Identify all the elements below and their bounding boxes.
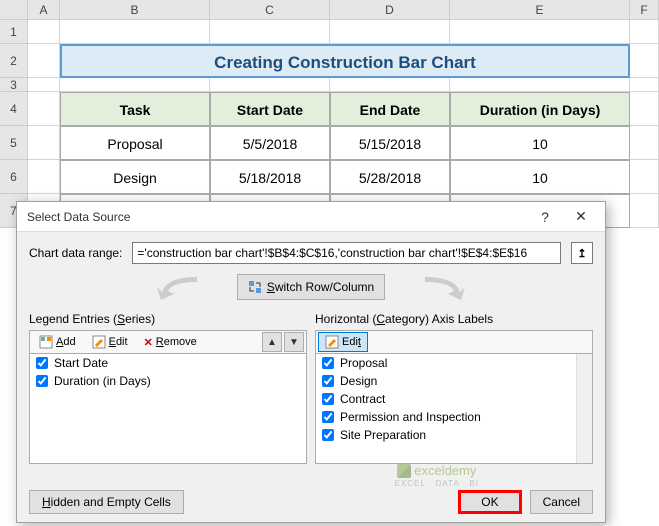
- series-checkbox[interactable]: [36, 375, 48, 387]
- list-item[interactable]: Proposal: [316, 354, 592, 372]
- close-button[interactable]: ✕: [563, 203, 599, 231]
- list-item[interactable]: Duration (in Days): [30, 372, 306, 390]
- switch-row-column-button[interactable]: SSwitch Row/Columnwitch Row/Column: [237, 274, 385, 300]
- chart-range-label: Chart data range:: [29, 246, 122, 260]
- series-label: Duration (in Days): [54, 374, 151, 388]
- row-header-3[interactable]: 3: [0, 78, 28, 92]
- cancel-button[interactable]: Cancel: [530, 490, 593, 514]
- col-header-d[interactable]: D: [330, 0, 450, 19]
- move-up-button[interactable]: ▲: [262, 332, 282, 352]
- cell-end[interactable]: 5/15/2018: [330, 126, 450, 160]
- header-task[interactable]: Task: [60, 92, 210, 126]
- ok-button[interactable]: OK: [458, 490, 521, 514]
- axis-listbox[interactable]: Proposal Design Contract Permission and …: [315, 354, 593, 464]
- cell-duration[interactable]: 10: [450, 160, 630, 194]
- scrollbar[interactable]: [576, 354, 592, 463]
- cell-end[interactable]: 5/28/2018: [330, 160, 450, 194]
- move-down-button[interactable]: ▼: [284, 332, 304, 352]
- col-header-a[interactable]: A: [28, 0, 60, 19]
- list-item[interactable]: Site Preparation: [316, 426, 592, 444]
- cell-start[interactable]: 5/18/2018: [210, 160, 330, 194]
- list-item[interactable]: Start Date: [30, 354, 306, 372]
- axis-label: Site Preparation: [340, 428, 426, 442]
- axis-label: Proposal: [340, 356, 387, 370]
- cell-start[interactable]: 5/5/2018: [210, 126, 330, 160]
- col-header-f[interactable]: F: [630, 0, 659, 19]
- list-item[interactable]: Permission and Inspection: [316, 408, 592, 426]
- switch-icon: [248, 280, 262, 294]
- row-header-5[interactable]: 5: [0, 126, 28, 160]
- axis-checkbox[interactable]: [322, 375, 334, 387]
- add-icon: [39, 335, 53, 349]
- legend-panel: Legend Entries (Series) Add Edit ✕ Remov…: [29, 312, 307, 464]
- row-header-4[interactable]: 4: [0, 92, 28, 126]
- axis-title: Horizontal (Category) Axis Labels: [315, 312, 593, 326]
- select-all-corner[interactable]: [0, 0, 28, 19]
- column-headers: A B C D E F: [0, 0, 659, 20]
- select-data-dialog: Select Data Source ? ✕ Chart data range:…: [16, 201, 606, 523]
- add-series-button[interactable]: Add: [32, 332, 83, 352]
- axis-label: Permission and Inspection: [340, 410, 481, 424]
- edit-icon: [92, 335, 106, 349]
- list-item[interactable]: Contract: [316, 390, 592, 408]
- edit-icon: [325, 335, 339, 349]
- collapse-icon: ↥: [577, 247, 586, 260]
- cell-task[interactable]: Design: [60, 160, 210, 194]
- header-end[interactable]: End Date: [330, 92, 450, 126]
- header-duration[interactable]: Duration (in Days): [450, 92, 630, 126]
- axis-checkbox[interactable]: [322, 357, 334, 369]
- spreadsheet: A B C D E F 1 2 Creating Construction Ba…: [0, 0, 659, 228]
- row-header-2[interactable]: 2: [0, 44, 28, 78]
- arrow-left-icon: [147, 272, 207, 302]
- col-header-b[interactable]: B: [60, 0, 210, 19]
- axis-checkbox[interactable]: [322, 411, 334, 423]
- col-header-e[interactable]: E: [450, 0, 630, 19]
- help-button[interactable]: ?: [527, 203, 563, 231]
- list-item[interactable]: Design: [316, 372, 592, 390]
- edit-series-button[interactable]: Edit: [85, 332, 135, 352]
- axis-label: Design: [340, 374, 377, 388]
- chart-range-input[interactable]: [132, 242, 561, 264]
- legend-listbox[interactable]: Start Date Duration (in Days): [29, 354, 307, 464]
- cell-task[interactable]: Proposal: [60, 126, 210, 160]
- cell-duration[interactable]: 10: [450, 126, 630, 160]
- col-header-c[interactable]: C: [210, 0, 330, 19]
- row-header-1[interactable]: 1: [0, 20, 28, 44]
- dialog-titlebar: Select Data Source ? ✕: [17, 202, 605, 232]
- hidden-cells-button[interactable]: Hidden and Empty Cells: [29, 490, 184, 514]
- row-header-6[interactable]: 6: [0, 160, 28, 194]
- axis-panel: Horizontal (Category) Axis Labels Edit P…: [315, 312, 593, 464]
- axis-label: Contract: [340, 392, 385, 406]
- legend-title: Legend Entries (Series): [29, 312, 307, 326]
- remove-icon: ✕: [144, 336, 153, 349]
- edit-axis-button[interactable]: Edit: [318, 332, 368, 352]
- header-start[interactable]: Start Date: [210, 92, 330, 126]
- axis-checkbox[interactable]: [322, 393, 334, 405]
- series-label: Start Date: [54, 356, 108, 370]
- arrow-right-icon: [415, 272, 475, 302]
- series-checkbox[interactable]: [36, 357, 48, 369]
- axis-checkbox[interactable]: [322, 429, 334, 441]
- dialog-title: Select Data Source: [27, 210, 527, 224]
- remove-series-button[interactable]: ✕ Remove: [137, 332, 204, 352]
- collapse-range-button[interactable]: ↥: [571, 242, 593, 264]
- title-cell[interactable]: Creating Construction Bar Chart: [60, 44, 630, 78]
